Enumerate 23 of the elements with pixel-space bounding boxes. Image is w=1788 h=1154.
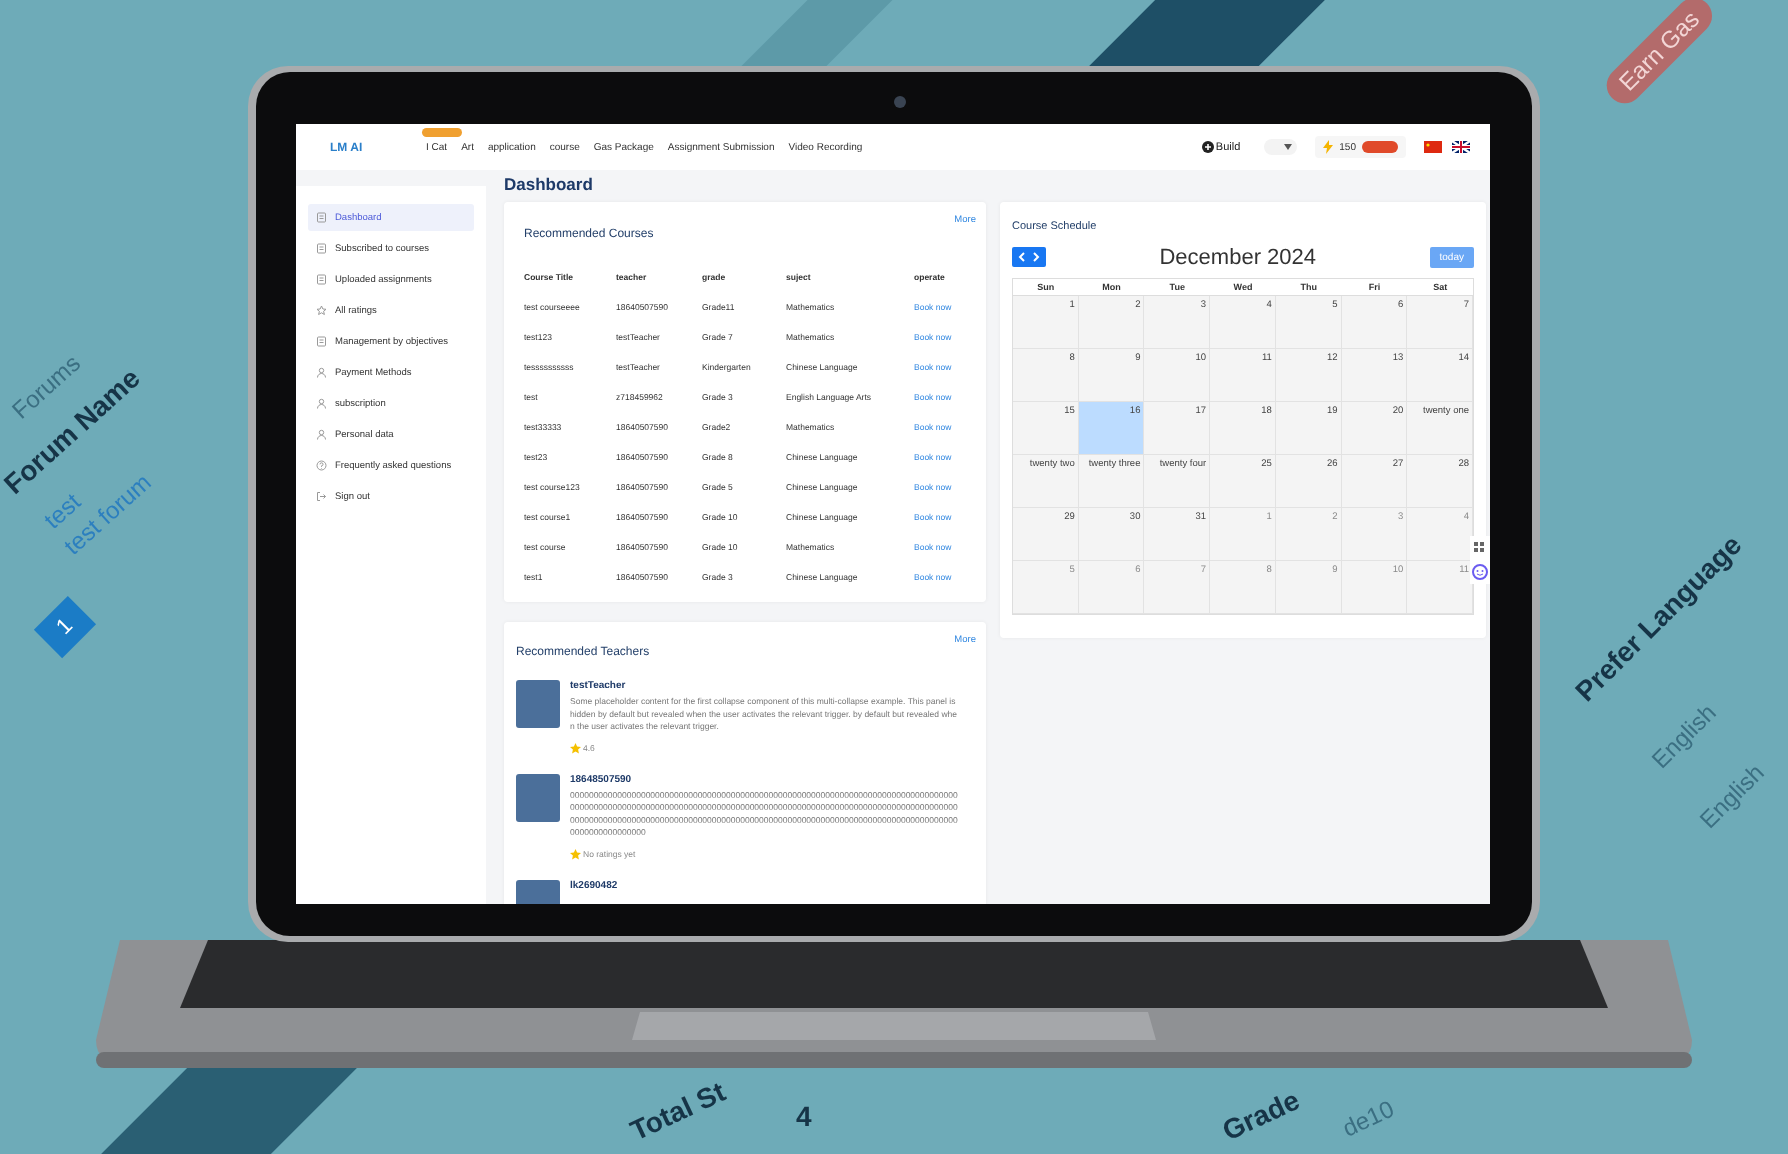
chevron-right-icon[interactable]	[1032, 252, 1040, 262]
plus-circle-icon	[1201, 141, 1214, 153]
recharge-pill[interactable]	[1362, 141, 1398, 153]
background-label: 1	[33, 595, 97, 659]
lightning-icon	[1323, 140, 1334, 154]
caret-icon	[1284, 144, 1293, 150]
star-icon	[570, 848, 581, 860]
background-label: Grade	[1217, 1083, 1305, 1147]
page-title: Dashboard	[504, 173, 595, 198]
photo-placeholder	[516, 680, 560, 728]
chevron-left-icon[interactable]	[1018, 252, 1026, 262]
dropdown[interactable]	[1264, 139, 1298, 155]
background-label: 4	[796, 1100, 812, 1132]
month-title: December 2024	[1159, 244, 1317, 270]
flag-icon[interactable]	[1452, 141, 1470, 153]
month-nav-buttons[interactable]	[1012, 247, 1046, 267]
photo-placeholder	[516, 773, 560, 822]
smiley-icon[interactable]	[1472, 564, 1488, 580]
star-icon	[570, 742, 581, 754]
hot-tag	[422, 127, 462, 137]
background-label: de10	[1338, 1094, 1399, 1143]
background-label: Total St	[625, 1075, 730, 1147]
grid-icon[interactable]	[1472, 540, 1486, 554]
